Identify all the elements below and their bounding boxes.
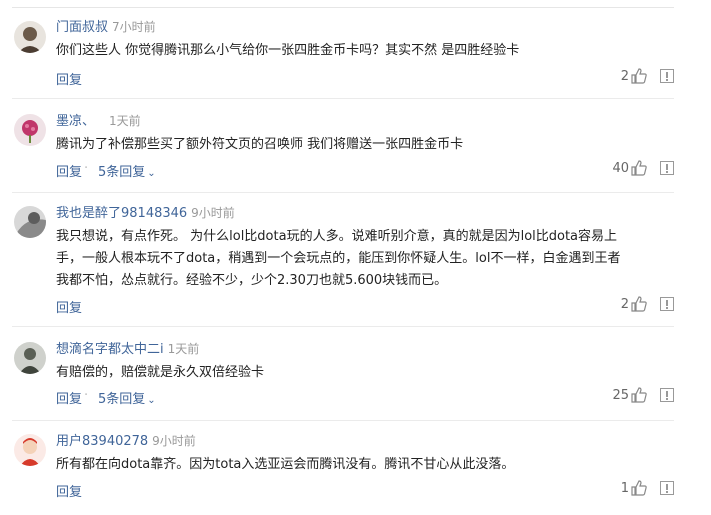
view-replies-label: 5条回复 [98, 165, 146, 180]
reply-button[interactable]: 回复 [56, 69, 82, 88]
thumbs-up-icon[interactable] [630, 67, 648, 85]
comment-text-line: 手，一般人根本玩不了dota，稍遇到一个会玩点的，能压到你怀疑人生。lol不一样… [56, 251, 621, 266]
comment-time: 9小时前 [152, 434, 196, 448]
report-icon[interactable] [660, 161, 674, 175]
like-count: 2 [620, 297, 629, 312]
avatar[interactable] [14, 434, 46, 466]
reply-button[interactable]: 回复 [56, 481, 82, 500]
avatar[interactable] [14, 342, 46, 374]
comment-username[interactable]: 墨凉、 [56, 114, 95, 129]
thumbs-up-icon[interactable] [630, 479, 648, 497]
avatar-image [14, 206, 46, 238]
like-count: 2 [620, 69, 629, 84]
view-replies-label: 5条回复 [98, 392, 146, 407]
comment-divider [12, 420, 674, 421]
report-icon[interactable] [660, 481, 674, 495]
chevron-down-icon: ⌄ [147, 168, 156, 179]
view-replies-button[interactable]: 5条回复 ⌄ [98, 388, 156, 407]
thumbs-up-icon[interactable] [630, 159, 648, 177]
like-count: 1 [620, 481, 629, 496]
comment-username[interactable]: 门面叔叔 [56, 20, 108, 35]
comment-text-line: 我只想说，有点作死。 为什么lol比dota玩的人多。说难听别介意，真的就是因为… [56, 229, 618, 244]
chevron-down-icon: ⌄ [147, 395, 156, 406]
reply-button[interactable]: 回复 [56, 161, 82, 180]
comment-divider [12, 192, 674, 193]
comment-username[interactable]: 我也是醉了98148346 [56, 206, 187, 221]
action-separator: · [84, 388, 89, 403]
avatar[interactable] [14, 114, 46, 146]
reply-button[interactable]: 回复 [56, 388, 82, 407]
comment-text: 有赔偿的，赔偿就是永久双倍经验卡 [56, 365, 265, 380]
comment-username[interactable]: 想滴名字都太中二i [56, 342, 164, 357]
avatar[interactable] [14, 21, 46, 53]
top-divider [12, 7, 674, 8]
comment-time: 7小时前 [112, 20, 156, 34]
avatar-image [14, 114, 46, 146]
comment-divider [12, 326, 674, 327]
report-icon[interactable] [660, 297, 674, 311]
avatar[interactable] [14, 206, 46, 238]
avatar-image [14, 21, 46, 53]
comment-time: 9小时前 [191, 206, 235, 220]
avatar-image [14, 434, 46, 466]
like-count: 25 [612, 388, 629, 403]
report-icon[interactable] [660, 388, 674, 402]
avatar-image [14, 342, 46, 374]
comment-time: 1天前 [167, 342, 200, 356]
comment-text: 所有都在向dota靠齐。因为tota入选亚运会而腾讯没有。腾讯不甘心从此没落。 [56, 457, 515, 472]
comment-text: 腾讯为了补偿那些买了额外符文页的召唤师 我们将赠送一张四胜金币卡 [56, 137, 464, 152]
action-separator: · [84, 161, 89, 176]
comment-time: 1天前 [109, 114, 141, 128]
comment-divider [12, 98, 674, 99]
reply-button[interactable]: 回复 [56, 297, 82, 316]
comment-username[interactable]: 用户83940278 [56, 434, 148, 449]
report-icon[interactable] [660, 69, 674, 83]
like-count: 40 [612, 161, 629, 176]
comment-text: 你们这些人 你觉得腾讯那么小气给你一张四胜金币卡吗？其实不然 是四胜经验卡 [56, 43, 520, 58]
comment-text-line: 我都不怕，怂点就行。经验不少，少个2.30刀也就5.600块钱而已。 [56, 273, 448, 288]
view-replies-button[interactable]: 5条回复 ⌄ [98, 161, 156, 180]
thumbs-up-icon[interactable] [630, 386, 648, 404]
thumbs-up-icon[interactable] [630, 295, 648, 313]
